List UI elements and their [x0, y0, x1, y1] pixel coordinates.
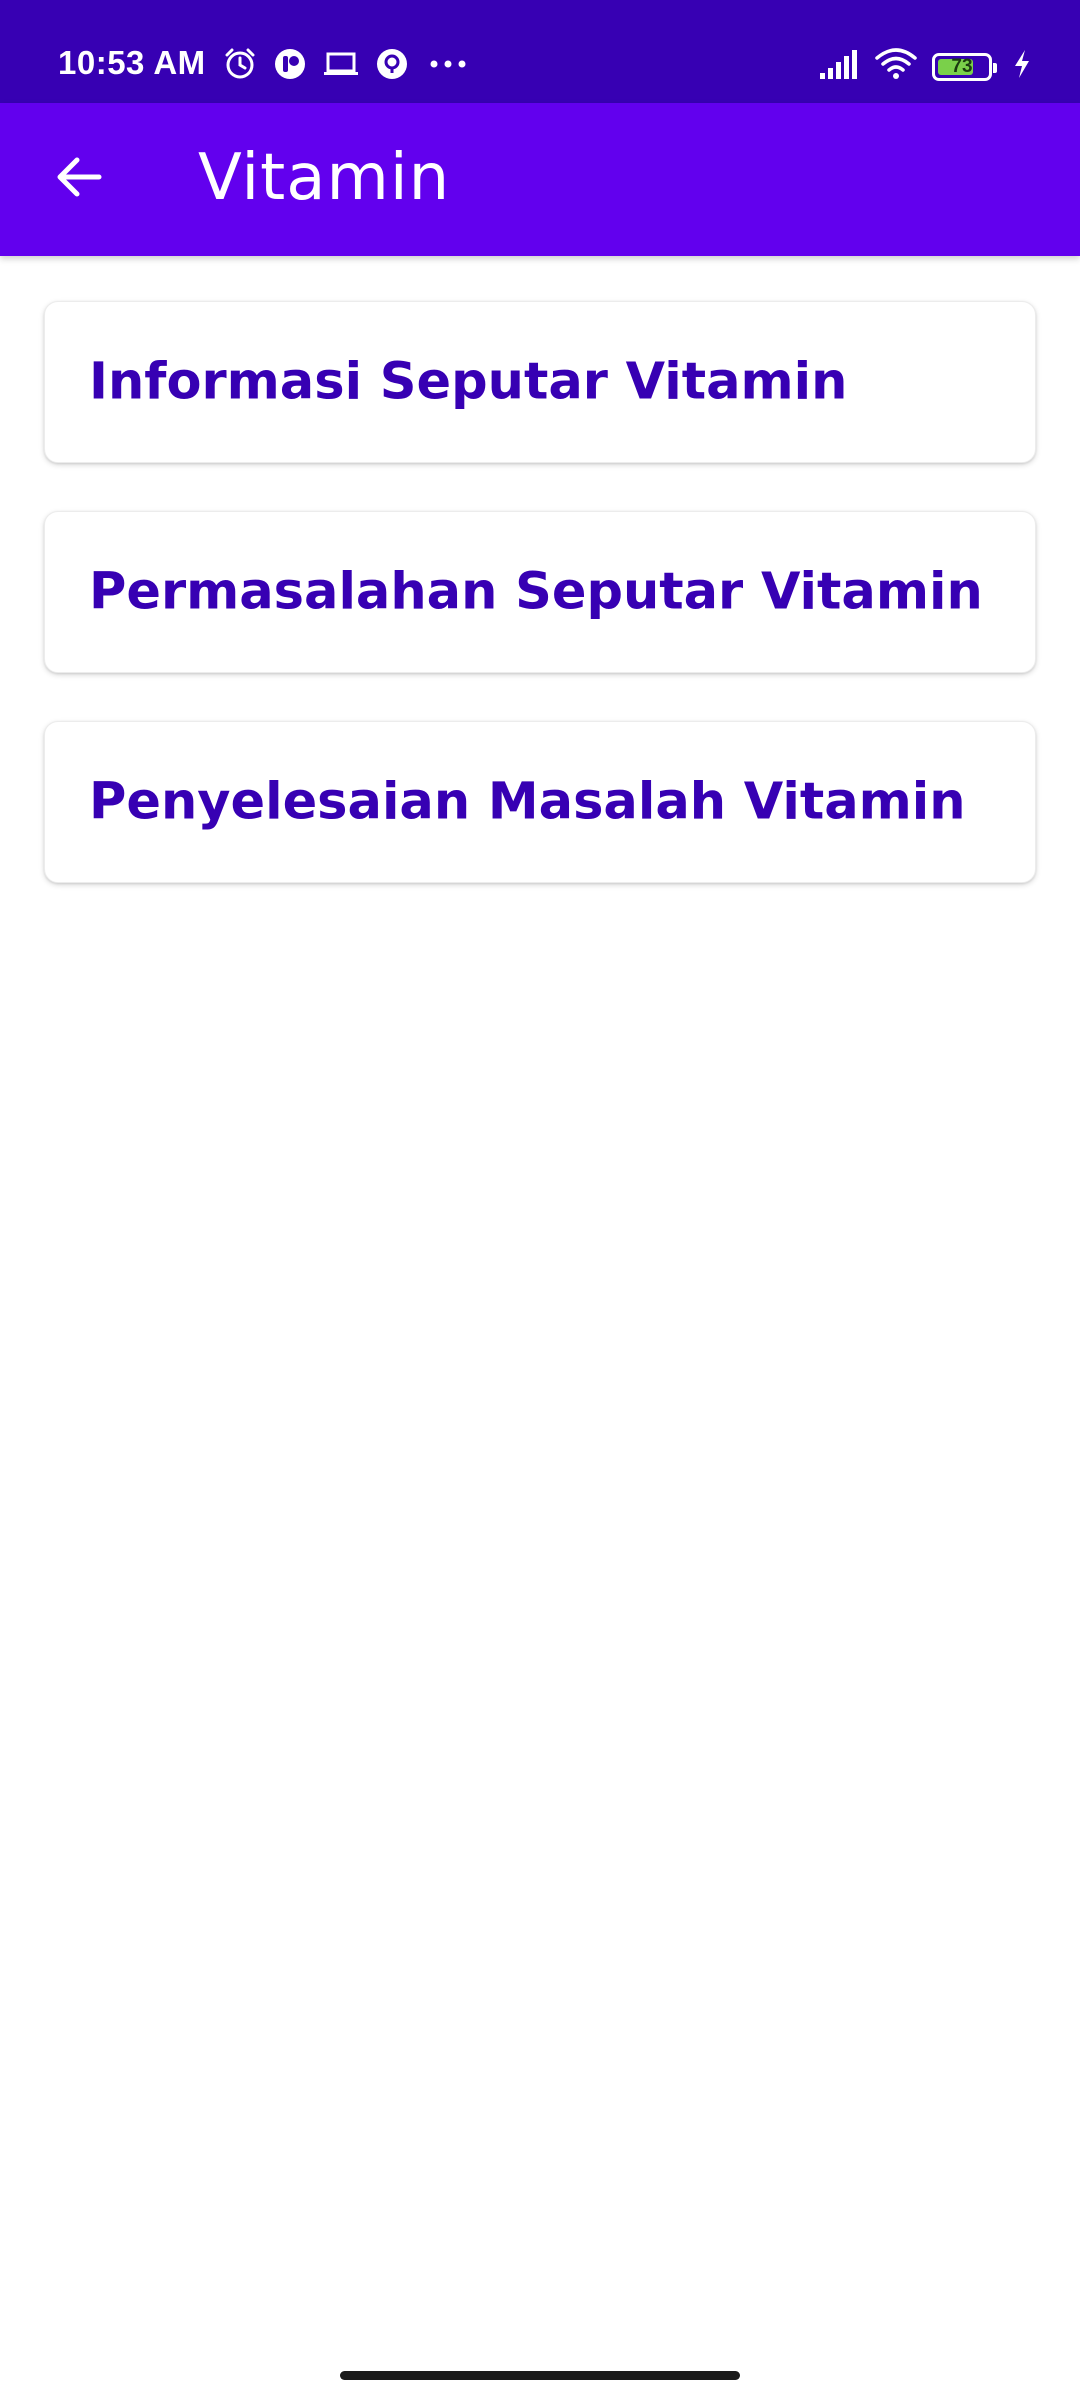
- app-bar: Vitamin: [0, 103, 1080, 256]
- menu-card-informasi[interactable]: Informasi Seputar Vitamin: [44, 301, 1036, 463]
- wifi-icon: [874, 46, 918, 87]
- alarm-icon: [222, 46, 258, 82]
- menu-card-label: Informasi Seputar Vitamin: [89, 352, 848, 412]
- page-title: Vitamin: [198, 141, 451, 215]
- location-icon: [374, 46, 410, 82]
- status-icons-left: [222, 46, 472, 82]
- menu-card-permasalahan[interactable]: Permasalahan Seputar Vitamin: [44, 511, 1036, 673]
- signal-icon: [818, 47, 860, 86]
- laptop-icon: [322, 46, 360, 82]
- home-indicator[interactable]: [340, 2371, 740, 2380]
- status-icons-right: 73: [818, 46, 1032, 87]
- battery-level: 73: [951, 55, 973, 77]
- app-notification-icon: [272, 46, 308, 82]
- battery-icon: 73: [932, 52, 997, 81]
- menu-card-label: Permasalahan Seputar Vitamin: [89, 562, 983, 622]
- menu-card-penyelesaian[interactable]: Penyelesaian Masalah Vitamin: [44, 721, 1036, 883]
- arrow-left-icon: [53, 155, 103, 204]
- menu-card-list: Informasi Seputar Vitamin Permasalahan S…: [44, 301, 1036, 931]
- status-time: 10:53 AM: [58, 44, 206, 81]
- status-bar: 10:53 AM 73: [0, 0, 1080, 103]
- menu-card-label: Penyelesaian Masalah Vitamin: [89, 772, 966, 832]
- battery-tip: [993, 62, 997, 73]
- more-dots-icon: [424, 46, 472, 82]
- charging-icon: [1012, 48, 1032, 85]
- back-button[interactable]: [38, 139, 118, 219]
